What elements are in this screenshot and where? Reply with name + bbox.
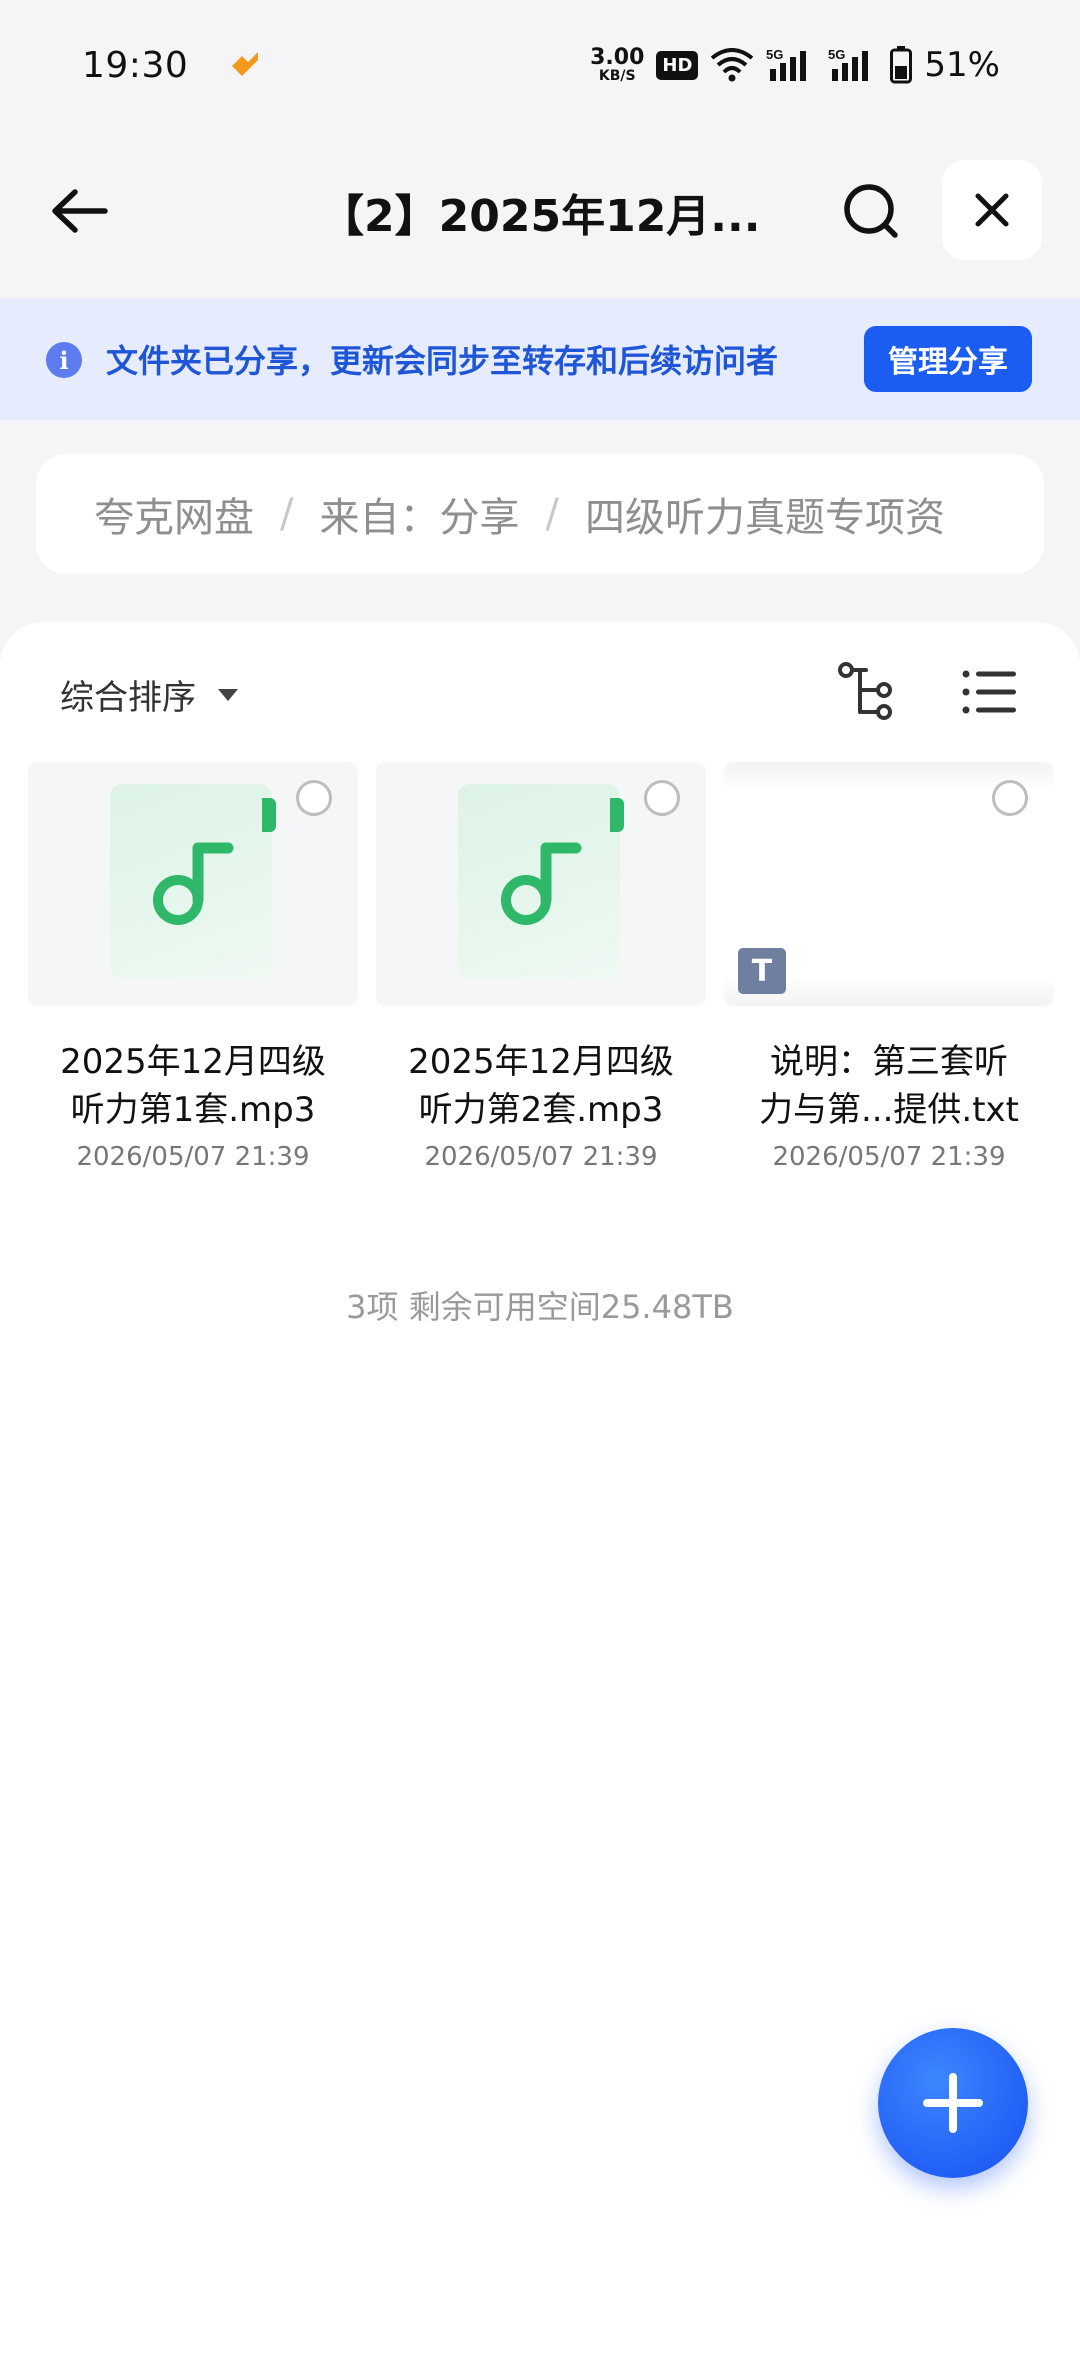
share-notice-banner: i 文件夹已分享，更新会同步至转存和后续访问者 管理分享 bbox=[0, 298, 1080, 420]
arrow-left-icon bbox=[52, 189, 108, 233]
svg-text:5G: 5G bbox=[766, 47, 783, 62]
file-thumbnail: T bbox=[724, 762, 1054, 1006]
file-thumbnail bbox=[28, 762, 358, 1006]
list-view-icon[interactable] bbox=[960, 662, 1020, 722]
tree-view-icon[interactable] bbox=[836, 660, 900, 724]
file-date: 2026/05/07 21:39 bbox=[772, 1142, 1006, 1172]
page-title: 【2】2025年12月... bbox=[320, 191, 760, 240]
file-name: 2025年12月四级 听力第2套.mp3 bbox=[408, 1042, 674, 1130]
file-date: 2026/05/07 21:39 bbox=[76, 1142, 310, 1172]
signal-icon: 5G bbox=[766, 47, 807, 81]
breadcrumb-item-folder[interactable]: 四级听力真题专项资 bbox=[585, 485, 945, 543]
hd-badge: HD bbox=[656, 50, 699, 80]
add-button[interactable] bbox=[878, 2028, 1028, 2178]
file-tile[interactable]: 2025年12月四级 听力第1套.mp3 2026/05/07 21:39 bbox=[28, 762, 358, 1202]
top-bar: 【2】2025年12月... bbox=[0, 150, 1080, 270]
search-icon bbox=[844, 184, 898, 238]
status-bar: 19:30 3.00 KB/S HD 5G 5G 51% bbox=[0, 0, 1080, 130]
file-grid: 2025年12月四级 听力第1套.mp3 2026/05/07 21:39 20… bbox=[28, 762, 1054, 1202]
breadcrumb: 夸克网盘 / 来自：分享 / 四级听力真题专项资 bbox=[36, 454, 1044, 574]
app-notification-icon bbox=[232, 52, 259, 76]
network-speed: 3.00 KB/S bbox=[590, 45, 645, 84]
file-tile[interactable]: 2025年12月四级 听力第2套.mp3 2026/05/07 21:39 bbox=[376, 762, 706, 1202]
sort-label: 综合排序 bbox=[60, 678, 196, 718]
close-button[interactable] bbox=[942, 160, 1042, 260]
signal-icon-2: 5G bbox=[828, 47, 869, 81]
info-icon: i bbox=[46, 342, 82, 378]
breadcrumb-separator: / bbox=[545, 491, 559, 537]
sort-dropdown[interactable]: 综合排序 bbox=[60, 670, 238, 719]
file-thumbnail bbox=[376, 762, 706, 1006]
select-checkbox[interactable] bbox=[296, 780, 332, 816]
caret-down-icon bbox=[218, 688, 238, 701]
close-icon bbox=[975, 193, 1009, 227]
wifi-icon bbox=[711, 48, 754, 82]
select-checkbox[interactable] bbox=[992, 780, 1028, 816]
plus-icon bbox=[923, 2073, 983, 2133]
music-file-icon bbox=[110, 784, 276, 978]
storage-summary: 3项 剩余可用空间25.48TB bbox=[346, 1288, 734, 1326]
manage-share-button[interactable]: 管理分享 bbox=[864, 326, 1032, 392]
select-checkbox[interactable] bbox=[644, 780, 680, 816]
battery-icon bbox=[890, 46, 913, 84]
svg-text:5G: 5G bbox=[828, 47, 845, 62]
share-notice-text: 文件夹已分享，更新会同步至转存和后续访问者 bbox=[106, 342, 779, 380]
file-date: 2026/05/07 21:39 bbox=[424, 1142, 658, 1172]
battery-percent: 51% bbox=[924, 45, 1000, 85]
back-button[interactable] bbox=[44, 176, 114, 246]
status-time: 19:30 bbox=[82, 44, 189, 86]
search-button[interactable] bbox=[836, 176, 906, 246]
file-name: 2025年12月四级 听力第1套.mp3 bbox=[60, 1042, 326, 1130]
music-file-icon bbox=[458, 784, 624, 978]
breadcrumb-item-shared[interactable]: 来自：分享 bbox=[319, 485, 519, 543]
text-file-icon: T bbox=[738, 948, 786, 994]
breadcrumb-separator: / bbox=[280, 491, 294, 537]
file-name: 说明：第三套听 力与第...提供.txt bbox=[758, 1042, 1019, 1130]
file-tile[interactable]: T 说明：第三套听 力与第...提供.txt 2026/05/07 21:39 bbox=[724, 762, 1054, 1202]
breadcrumb-item-root[interactable]: 夸克网盘 bbox=[94, 485, 254, 543]
